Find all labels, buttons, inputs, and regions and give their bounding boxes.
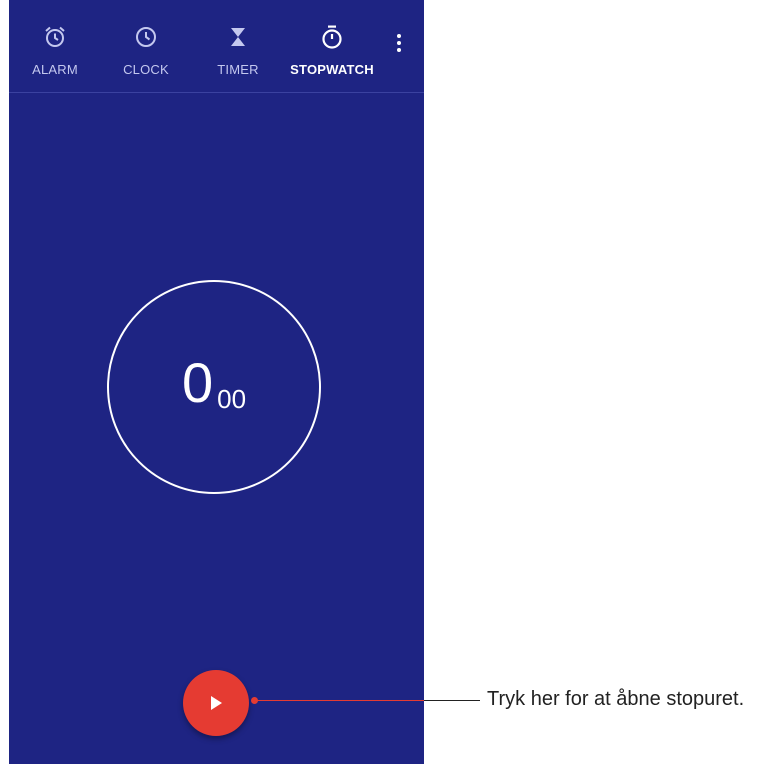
alarm-icon (45, 26, 65, 47)
tab-alarm-label: ALARM (32, 62, 78, 77)
play-icon (211, 696, 222, 710)
callout-text: Tryk her for at åbne stopuret. (487, 688, 745, 710)
tab-clock[interactable]: CLOCK (101, 0, 191, 92)
stopwatch-icon (322, 25, 342, 49)
callout-leader (424, 700, 480, 701)
tab-timer-label: TIMER (217, 62, 259, 77)
more-options-icon[interactable] (389, 28, 409, 58)
tab-bar: ALARM CLOCK TIMER STOPWATCH (9, 0, 424, 93)
hourglass-icon (231, 28, 245, 46)
elapsed-seconds: 0 (181, 351, 214, 414)
start-button[interactable] (183, 670, 249, 736)
callout-dot (251, 697, 258, 704)
clock-icon (136, 27, 156, 47)
stopwatch-dial: 0 00 (107, 280, 321, 494)
tab-stopwatch[interactable]: STOPWATCH (286, 0, 378, 92)
tab-alarm[interactable]: ALARM (10, 0, 100, 92)
stopwatch-time: 0 00 (109, 282, 319, 492)
tab-stopwatch-label: STOPWATCH (290, 62, 374, 77)
stopwatch-screen: ALARM CLOCK TIMER STOPWATCH 0 00 (9, 0, 424, 764)
tab-clock-label: CLOCK (123, 62, 169, 77)
elapsed-hundredths: 00 (217, 383, 247, 414)
tab-timer[interactable]: TIMER (193, 0, 283, 92)
